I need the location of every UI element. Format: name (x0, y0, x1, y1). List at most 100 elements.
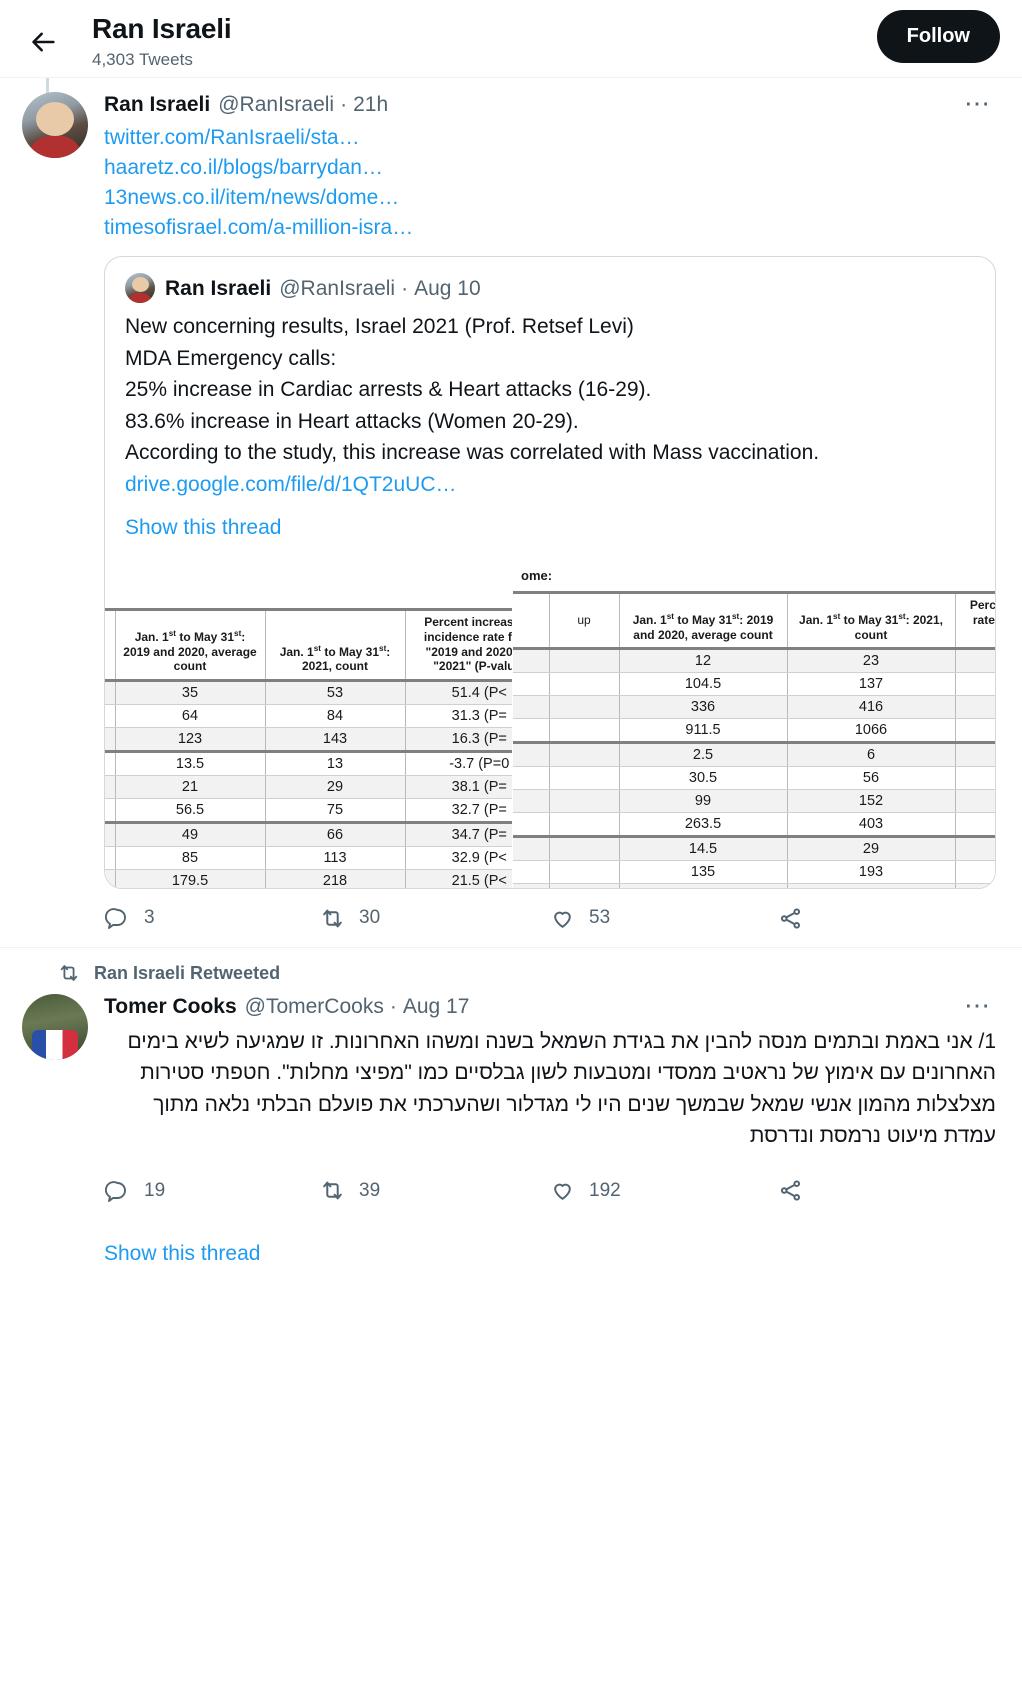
retweet-count: 39 (359, 1179, 381, 1201)
page-title: Ran Israeli (92, 13, 232, 44)
reply-icon (104, 1178, 130, 1204)
table-cell: 23 (786, 648, 956, 674)
quoted-separator-dot: · (401, 276, 409, 300)
table-cell-label (105, 727, 116, 752)
table-cell-label (105, 798, 116, 823)
table-right-header-1: Jan. 1st to May 31st: 2019 and 2020, ave… (618, 592, 788, 649)
table-cell: 35 (114, 680, 266, 705)
quoted-tweet-header: Ran Israeli @RanIsraeli · Aug 10 (125, 273, 975, 304)
table-cell: 13 (264, 749, 406, 776)
table-row: 14.529100.0 (P<0.01 (513, 835, 995, 862)
table-cell: 31.1 (P<0.05 (954, 672, 995, 697)
quoted-tweet-card[interactable]: Ran Israeli @RanIsraeli · Aug 10 New con… (104, 256, 996, 890)
tweet-link-3[interactable]: 13news.co.il/item/news/dome… (104, 183, 996, 213)
table-cell-label (513, 860, 550, 885)
tweet-link-4[interactable]: timesofisrael.com/a-million-isra… (104, 213, 996, 243)
retweet-icon (58, 962, 80, 984)
table-cell: 104.5 (618, 672, 788, 697)
back-button[interactable] (18, 16, 70, 68)
table-left-header-row: Jan. 1st to May 31st: 2019 and 2020, ave… (105, 609, 553, 681)
table-cell: 66 (264, 820, 406, 847)
quoted-avatar (125, 273, 155, 304)
table-row: 104.513731.1 (P<0.05 (513, 672, 995, 697)
table-row: 35 53 51.4 (P< (105, 680, 553, 705)
table-cell-label (105, 704, 116, 728)
retweet-icon (319, 905, 345, 931)
tweet-link-2[interactable]: haaretz.co.il/blogs/barrydan… (104, 153, 996, 183)
table-row: 263.540352.9 (P<0.001 (513, 812, 995, 838)
table-left-header-1: Jan. 1st to May 31st: 2019 and 2020, ave… (114, 609, 266, 681)
share-icon (777, 905, 803, 931)
retweet-button[interactable]: 30 (319, 905, 549, 931)
table-left: Jan. 1st to May 31st: 2019 and 2020, ave… (105, 608, 553, 889)
table-cell-label (548, 883, 620, 889)
tweet-text: twitter.com/RanIsraeli/sta… haaretz.co.i… (104, 123, 996, 242)
embedded-table-image[interactable]: Jan. 1st to May 31st: 2019 and 2020, ave… (105, 568, 995, 889)
table-cell: 49 (114, 820, 266, 847)
tweet-action-bar: 3 30 53 (0, 889, 1022, 947)
author-name[interactable]: Ran Israeli (104, 92, 210, 117)
heart-icon (549, 905, 575, 931)
table-right-header-row: up Jan. 1st to May 31st: 2019 and 2020, … (513, 592, 995, 649)
more-options-icon[interactable]: ⋯ (956, 992, 1000, 1020)
table-cell-label (548, 835, 620, 862)
table-cell-label (513, 835, 550, 862)
avatar-column (22, 994, 104, 1151)
table-row: 30.55683.6 (P<0.001 (513, 766, 995, 791)
table-cell: 403 (786, 812, 956, 838)
show-this-thread-link[interactable]: Show this thread (0, 1220, 1022, 1288)
avatar[interactable] (22, 92, 88, 158)
tweet-link-1[interactable]: twitter.com/RanIsraeli/sta… (104, 123, 996, 153)
tweet-body: Tomer Cooks @TomerCooks · Aug 17 ⋯ 1/ אנ… (104, 992, 1000, 1151)
retweet-action-bar: 19 39 192 (0, 1152, 1022, 1220)
table-row: 123 143 16.3 (P= (105, 727, 553, 752)
table-row: 13.5 13 -3.7 (P=0 (105, 749, 553, 776)
table-row: 64 84 31.3 (P= (105, 704, 553, 728)
table-cell: 1066 (786, 718, 956, 744)
table-cell: 911.5 (618, 718, 788, 744)
like-button[interactable]: 53 (549, 905, 777, 931)
quoted-timestamp: Aug 10 (414, 276, 481, 300)
more-options-icon[interactable]: ⋯ (956, 90, 1000, 118)
share-button[interactable] (777, 905, 803, 931)
arrow-left-icon (30, 28, 58, 56)
follow-button[interactable]: Follow (876, 10, 1000, 63)
table-cell: 84 (264, 704, 406, 728)
tweet-header-line: Ran Israeli @RanIsraeli · 21h ⋯ (104, 90, 996, 117)
reply-button[interactable]: 19 (104, 1178, 319, 1204)
author-handle[interactable]: @TomerCooks (245, 994, 384, 1019)
table-cell: 85 (114, 846, 266, 870)
table-cell: 64 (114, 704, 266, 728)
table-cell: 91.7 (P<0.05 (954, 648, 995, 674)
retweet-context: Ran Israeli Retweeted (0, 948, 1022, 986)
reply-button[interactable]: 3 (104, 905, 319, 931)
table-cell: 336 (618, 695, 788, 720)
share-button[interactable] (777, 1178, 803, 1204)
table-cell: 29 (264, 775, 406, 799)
timestamp[interactable]: 21h (353, 92, 388, 117)
avatar[interactable] (22, 994, 88, 1061)
table-cell-label (513, 648, 550, 674)
table-cell: 12 (618, 648, 788, 674)
author-name[interactable]: Tomer Cooks (104, 994, 237, 1019)
table-cell-label (548, 766, 620, 791)
tweet-body: Ran Israeli @RanIsraeli · 21h ⋯ twitter.… (104, 90, 1000, 890)
table-cell: 135 (618, 860, 788, 885)
author-handle[interactable]: @RanIsraeli (218, 92, 334, 117)
quoted-drive-link[interactable]: drive.google.com/file/d/1QT2uUC… (125, 469, 975, 501)
like-button[interactable]: 192 (549, 1178, 777, 1204)
show-this-thread-link-quoted[interactable]: Show this thread (125, 516, 281, 540)
table-cell: 23.8 (P<0.001 (954, 695, 995, 720)
table-cell: 83.6 (P<0.001 (954, 766, 995, 791)
table-row: 21 29 38.1 (P= (105, 775, 553, 799)
tweet-text-hebrew: 1/ אני באמת ובתמים מנסה להבין את בגידת ה… (127, 1029, 996, 1148)
table-cell: 140.0 (P=0.14 (954, 741, 995, 768)
retweet-button[interactable]: 39 (319, 1178, 549, 1204)
separator-dot: · (340, 93, 348, 116)
timestamp[interactable]: Aug 17 (403, 994, 470, 1019)
heart-icon (549, 1178, 575, 1204)
table-cell-label (548, 741, 620, 768)
table-cell-label (105, 820, 116, 847)
like-count: 192 (589, 1179, 621, 1201)
table-cell: 99 (618, 789, 788, 814)
